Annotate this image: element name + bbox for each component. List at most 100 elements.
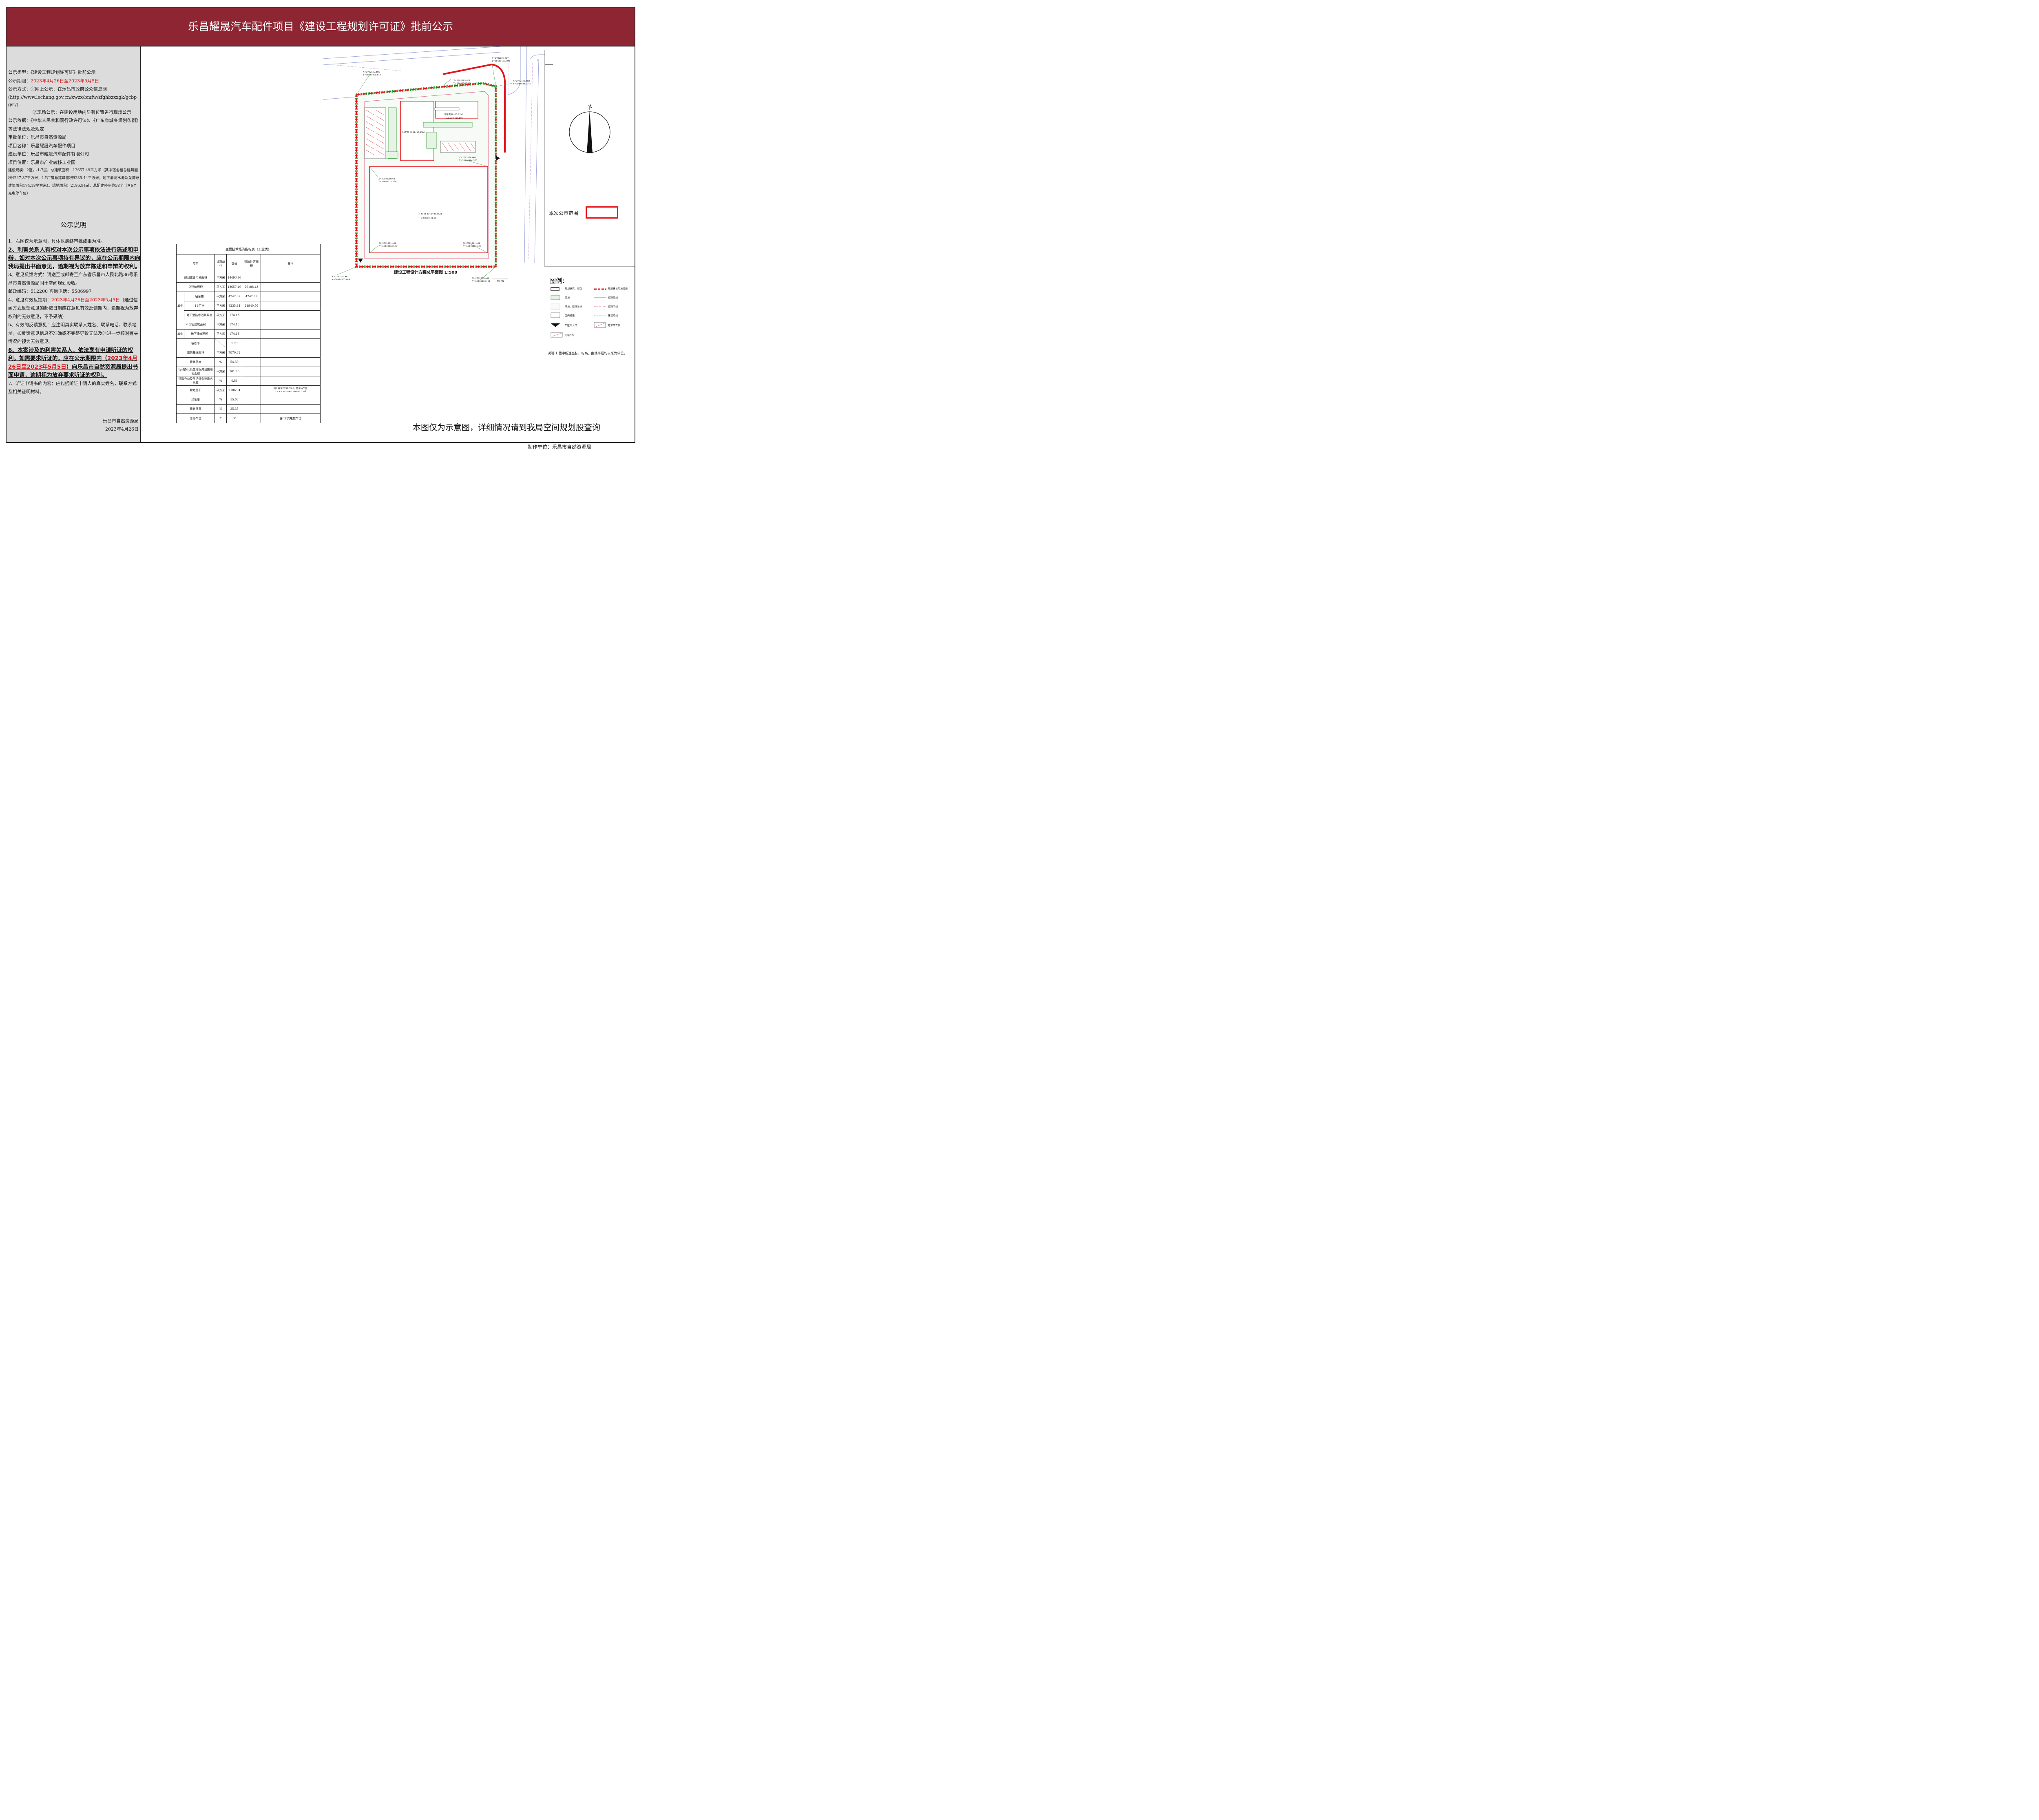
coord-8-y: Y=38440404.570 [463, 245, 481, 248]
th-item: 项目 [176, 254, 215, 273]
dorm-building [400, 101, 434, 161]
info-type: 公示类型：《建设工程规划许可证》批前公示 [8, 70, 96, 75]
table-row: 地下消防水池及泵房 平方米 174.18 [177, 310, 321, 320]
plan-title: 建设工程设计方案总平面图 1:500 [394, 270, 458, 275]
coord-7-y: Y=38440312.570 [379, 245, 397, 248]
page-title: 乐昌耀晟汽车配件项目《建设工程规划许可证》批前公示 [188, 21, 453, 33]
info-method-onsite: ②现场公示：在建设用地内显著位置进行现场公示 [33, 109, 131, 115]
note-4-pre: 4、意见有效反馈期： [8, 297, 51, 303]
group-label-1: 其中 [176, 292, 184, 320]
info-location: 项目位置：乐昌市产业转移工业园 [8, 159, 75, 165]
table-row: 1#厂房 平方米 9235.44 21940.56 [177, 301, 321, 311]
plan-area: 北 1#厂房 1F H=14.95M ±0.000[121.50] 1#厂房 L… [141, 46, 635, 442]
table-row: 不计容建筑面积 平方米 174.18 [176, 320, 321, 330]
table-row: 规划建设用地面积 平方米 14493.90 [176, 273, 321, 283]
notice-info: 公示类型：《建设工程规划许可证》批前公示 公示期限：2023年4月26日至202… [8, 69, 139, 198]
legend-title: 图例: [549, 277, 565, 285]
info-approver: 审批单位：乐昌市自然资源局 [8, 135, 66, 140]
coord-6-y: Y=38440404.570 [459, 159, 477, 162]
table-row: 总建筑面积 平方米 13657.49 26188.43 [176, 282, 321, 292]
table-row: 绿地面积 平方米 2186.94 地上绿化2039.39㎡，植草砖车位2.4×5.3×… [176, 385, 321, 395]
table-row: 建筑密度% 54.30 [176, 357, 321, 367]
coord-3-y: Y=38440403.798 [491, 60, 510, 62]
pump-house [434, 107, 460, 111]
coord-9-x: X=2782553.461 [332, 276, 349, 278]
coord-1-y: Y=38440305.649 [363, 74, 381, 76]
coord-9-y: Y=38440305.649 [332, 279, 350, 281]
info-period-label: 公示期限： [8, 78, 31, 84]
coord-1-x: X=2782682.495 [363, 71, 380, 73]
legend-item-building: 规划建筑、层数 [565, 287, 582, 290]
scope-marker [586, 206, 618, 219]
legend-item-charging: 充电车位 [565, 334, 575, 337]
note-4: 4、意见有效反馈期：2023年4月26日至2023年5月5日（通过信函方式反馈意… [8, 296, 140, 321]
info-method-online: 公示方式：①网上公示：在乐昌市政府公众信息网 [8, 86, 107, 92]
coord-7-x: X=2782561.461 [379, 242, 396, 245]
coord-2-y: Y=38440367.291 [453, 82, 471, 85]
dim-0: 0 [537, 59, 539, 62]
notes-list: 1、右图仅为示意图，具体以最终审批成果为准。 2、利害关系人有权对本次公示事项依… [8, 237, 140, 396]
th-note: 备注 [260, 254, 321, 273]
dorm-elevation: ±0.000[121.50] [446, 117, 462, 119]
table-row: 建筑基底面积 平方米 7870.83 [176, 348, 321, 358]
note-6: 6、本案涉及的利害关系人，依法享有申请听证的权利。如需要求听证的，应在公示期限内… [8, 346, 140, 380]
table-row: 建筑限高米 25.35 [176, 404, 321, 414]
coord-4-x: X=2782685.183 [513, 80, 530, 82]
dorm-label: 1#厂房 L1 H=17.85M [402, 131, 425, 134]
note-1: 1、右图仅为示意图，具体以最终审批成果为准。 [8, 239, 105, 244]
legend-item-build-line: 建筑红线 [608, 314, 618, 317]
dorm-label-2: 宿舍楼 H=25.35M [445, 113, 463, 116]
header-banner: 乐昌耀晟汽车配件项目《建设工程规划许可证》批前公示 [7, 8, 635, 46]
note-2: 2、利害关系人有权对本次公示事项依法进行陈述和申辩，如对本次公示事项持有异议的，… [8, 246, 140, 270]
info-project: 项目名称：乐昌耀晟汽车配件项目 [8, 143, 75, 148]
th-unit: 计算单位 [215, 254, 227, 273]
th-value: 数值 [226, 254, 243, 273]
coord-8-x: X=2782561.461 [463, 242, 480, 245]
table-row: 总停车位个 58 含6个充电桩车位 [176, 414, 321, 423]
legend-item-road-redline: 道路红线 [608, 296, 618, 299]
th-far: 建筑计容面积 [242, 254, 261, 273]
coord-10-y: Y=38440413.124 [472, 280, 490, 283]
sign-org: 乐昌市自然资源局 [103, 418, 139, 424]
left-info-panel: 公示类型：《建设工程规划许可证》批前公示 公示期限：2023年4月26日至202… [7, 46, 141, 442]
legend-note: 说明:1.图中所注坐标、标高、曲线半径均以米为单位。 [548, 352, 627, 355]
coord-6-x: X=2782628.961 [459, 157, 476, 159]
table-row: 绿地率% 15.08 [176, 395, 321, 405]
coord-2-x: X=2782683.861 [453, 80, 470, 82]
info-method-url: (http://www.lechang.gov.cn/xwzx/bmfw/zfg… [8, 94, 137, 107]
factory-elevation: ±0.000[121.50] [421, 217, 437, 219]
tech-table-wrap: 主要技术经济指标表（工业类） 项目 计算单位 数值 建筑计容面积 备注 规划建设… [176, 244, 321, 423]
table-row: 其中 宿舍楼 平方米 4247.87 4247.87 [176, 292, 321, 320]
info-period-value: 2023年4月26日至2023年5月5日 [31, 78, 99, 84]
table-row: 行政办公及生活服务设施占地率% 4.84 [176, 376, 321, 386]
info-builder: 建设单位：乐昌市耀晟汽车配件有限公司 [8, 151, 89, 157]
note-4-date: 2023年4月26日至2023年5月5日 [51, 297, 120, 303]
sign-date: 2023年4月26日 [105, 427, 139, 432]
info-basis: 公示依据：《中华人民共和国行政许可法》、《广东省城乡规划条例》等法律法规及规定 [8, 118, 138, 132]
table-row: 容积率 1.79 [176, 338, 321, 348]
coord-3-x: X=2782693.627 [492, 57, 509, 60]
factory-label: 1#厂房 1F H=14.95M [419, 212, 442, 215]
legend-item-green: 绿地 [565, 296, 570, 299]
coord-5-y: Y=38440312.570 [378, 181, 396, 183]
coord-4-y: Y=38440413.342 [513, 83, 531, 85]
legend-item-road-center: 道路中线 [608, 305, 618, 308]
coord-10-x: X=2782553.461 [472, 277, 489, 280]
notice-board: 乐昌耀晟汽车配件项目《建设工程规划许可证》批前公示 公示类型：《建设工程规划许可… [6, 7, 635, 443]
entrance-east-icon [496, 156, 500, 161]
table-row: 行政办公及生活服务设施用地面积 平方米 701.68 [176, 367, 321, 376]
north-label: 北 [588, 104, 592, 109]
coord-5-x: X=2782628.961 [378, 178, 395, 180]
legend-item-coords: 场地、道路坐标 [565, 305, 582, 308]
group-label-2: 其中 [176, 329, 184, 339]
tech-table: 主要技术经济指标表（工业类） 项目 计算单位 数值 建筑计容面积 备注 规划建设… [176, 244, 321, 423]
info-scale: 建设规模：2座，-1-7层，总建筑面积：13657.49平方米（其中宿舍楼总建筑… [8, 168, 139, 196]
table-title: 主要技术经济指标表（工业类） [176, 244, 321, 254]
legend-item-grass-parking: 植草砖车位 [608, 324, 621, 327]
north-arrow-icon [569, 106, 610, 153]
legend: 图例: 规划建筑、层数 规划建设用地红线 绿地 道路红线 场地、道路坐标 道路中… [545, 273, 635, 356]
scope-label: 本次公示范围 [549, 210, 579, 216]
table-row: 其中 地下建筑面积 平方米 174.18 [176, 329, 321, 339]
parking-left [364, 107, 386, 159]
note-7: 7、听证申请书的内容：应包括听证申请人的真实姓名，联系方式及相关证明材料。 [8, 380, 137, 395]
